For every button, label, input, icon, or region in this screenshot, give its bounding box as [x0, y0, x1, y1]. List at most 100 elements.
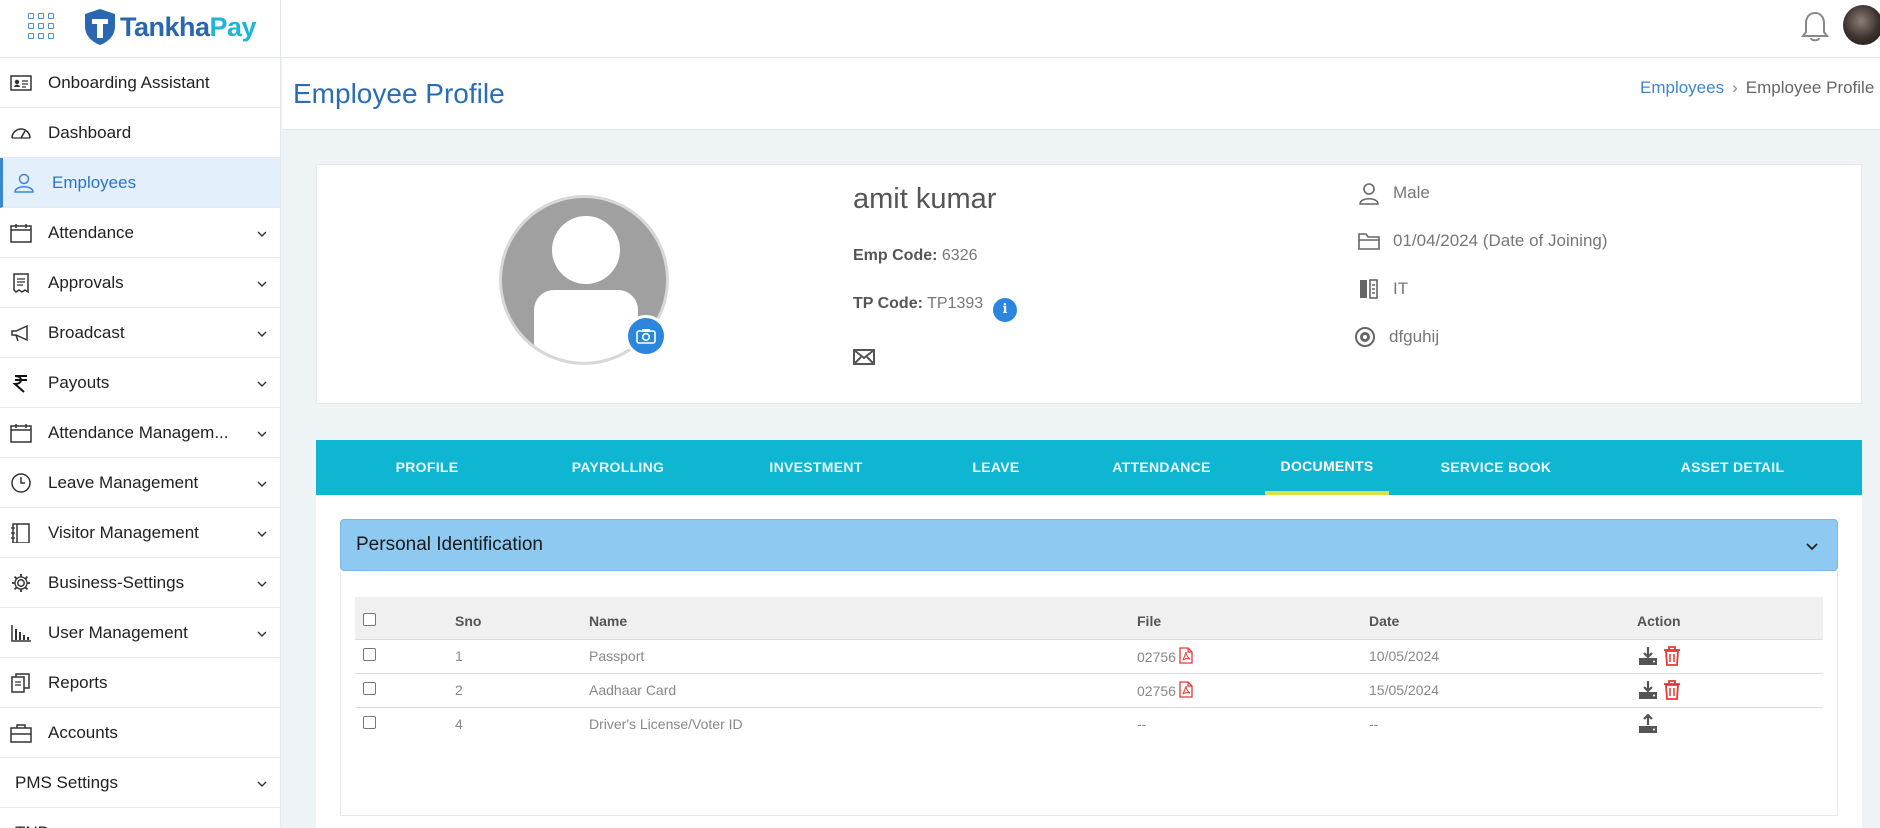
pdf-file-icon[interactable]: [1179, 681, 1193, 698]
sidebar-item-label: Reports: [48, 672, 108, 692]
department-value: IT: [1393, 279, 1409, 298]
row-sno: 1: [455, 648, 463, 664]
camera-upload-button[interactable]: [625, 315, 667, 357]
row-sno: 4: [455, 716, 463, 733]
row-checkbox[interactable]: [363, 716, 376, 730]
download-icon[interactable]: [1637, 646, 1659, 666]
tp-code-row: TP Code: TP1393: [853, 295, 983, 313]
table-row: 2 Aadhaar Card 02756 15/05/2024: [355, 673, 1823, 707]
tab-profile[interactable]: PROFILE: [316, 440, 538, 495]
employee-name: amit kumar: [853, 183, 997, 215]
gender-value: Male: [1393, 183, 1430, 202]
tab-asset-detail[interactable]: ASSET DETAIL: [1603, 440, 1862, 495]
sidebar-item-pms-settings[interactable]: PMS Settings: [0, 758, 280, 808]
sidebar-item-label: Broadcast: [48, 322, 125, 342]
chevron-down-icon: [257, 631, 267, 637]
row-checkbox[interactable]: [363, 682, 376, 695]
emp-code-row: Emp Code: 6326: [853, 247, 978, 265]
personal-identification-accordion[interactable]: Personal Identification: [340, 519, 1838, 571]
sidebar-item-label: Payouts: [48, 372, 110, 392]
copy-icon: [11, 673, 30, 693]
sidebar-item-business-settings[interactable]: Business-Settings: [0, 558, 280, 608]
calendar-icon: [10, 224, 32, 243]
mail-icon[interactable]: [853, 349, 875, 365]
pdf-file-icon[interactable]: [1179, 647, 1193, 664]
user-icon: [1359, 183, 1379, 205]
column-sno: Sno: [455, 612, 482, 629]
row-actions: [1637, 707, 1823, 741]
sidebar-item-onboarding-assistant[interactable]: Onboarding Assistant: [0, 58, 280, 108]
tab-leave[interactable]: LEAVE: [934, 440, 1058, 495]
sidebar-item-user-management[interactable]: User Management: [0, 608, 280, 658]
tab-documents[interactable]: DOCUMENTS: [1265, 440, 1389, 495]
column-file: File: [1137, 612, 1162, 629]
tp-code-label: TP Code:: [853, 295, 923, 312]
download-icon[interactable]: [1637, 680, 1659, 700]
sidebar-item-label: Employees: [52, 172, 137, 192]
sidebar-item-attendance[interactable]: Attendance: [0, 208, 280, 258]
sidebar-item-payouts[interactable]: Payouts: [0, 358, 280, 408]
sidebar-item-approvals[interactable]: Approvals: [0, 258, 280, 308]
accordion-title: Personal Identification: [356, 534, 543, 555]
extra-info-value: dfguhij: [1389, 327, 1440, 346]
info-icon[interactable]: i: [993, 298, 1017, 322]
department-row: IT: [1357, 277, 1408, 301]
row-name: Passport: [589, 648, 645, 664]
column-action: Action: [1637, 612, 1681, 629]
row-name: Driver's License/Voter ID: [589, 716, 743, 733]
building-icon: [1360, 279, 1378, 299]
receipt-icon: [13, 273, 29, 293]
notification-bell-icon[interactable]: [1800, 10, 1830, 44]
shield-logo-icon: [85, 9, 115, 45]
gauge-icon: [11, 128, 31, 139]
delete-icon[interactable]: [1661, 646, 1683, 666]
upload-icon[interactable]: [1637, 714, 1659, 734]
sidebar-item-reports[interactable]: Reports: [0, 658, 280, 708]
joining-date-value: 01/04/2024 (Date of Joining): [1393, 231, 1608, 250]
brand-area: TankhaPay: [0, 0, 281, 58]
sidebar-item-visitor-management[interactable]: Visitor Management: [0, 508, 280, 558]
sidebar-item-dashboard[interactable]: Dashboard: [0, 108, 280, 158]
row-file: 02756: [1137, 673, 1369, 707]
tab-attendance[interactable]: ATTENDANCE: [1058, 440, 1265, 495]
logo[interactable]: TankhaPay: [84, 8, 257, 46]
row-actions: [1637, 673, 1823, 707]
sidebar-item-tnd[interactable]: TND: [0, 808, 280, 828]
id-card-icon: [10, 75, 32, 91]
sidebar-item-label: Attendance: [48, 222, 135, 242]
apps-grid-icon[interactable]: [28, 13, 54, 39]
select-all-checkbox[interactable]: [363, 612, 376, 626]
row-date: 10/05/2024: [1369, 648, 1440, 664]
breadcrumb-employees-link[interactable]: Employees: [1640, 78, 1724, 97]
user-avatar[interactable]: [1843, 5, 1880, 45]
delete-icon[interactable]: [1661, 680, 1683, 700]
sidebar-item-label: Attendance Managem...: [48, 422, 229, 442]
row-name: Aadhaar Card: [589, 682, 677, 698]
sidebar-item-employees[interactable]: Employees: [0, 158, 280, 208]
emp-code-label: Emp Code:: [853, 247, 938, 264]
documents-table-container: Sno Name File Date Action 1 Passport 02756…: [340, 571, 1838, 816]
briefcase-icon: [10, 724, 32, 743]
table-row: 1 Passport 02756 10/05/2024: [355, 639, 1823, 673]
sidebar-item-leave-management[interactable]: Leave Management: [0, 458, 280, 508]
sidebar-item-broadcast[interactable]: Broadcast: [0, 308, 280, 358]
user-icon: [14, 173, 34, 193]
chevron-down-icon: [257, 231, 267, 237]
camera-icon: [636, 329, 656, 344]
chevron-down-icon: [257, 281, 267, 287]
tab-payrolling[interactable]: PAYROLLING: [538, 440, 698, 495]
sidebar-item-attendance-managem[interactable]: Attendance Managem...: [0, 408, 280, 458]
row-checkbox[interactable]: [363, 648, 376, 661]
row-date: 15/05/2024: [1369, 682, 1440, 698]
row-file-value: --: [1137, 716, 1147, 733]
row-file: --: [1137, 707, 1369, 741]
sidebar-item-label: User Management: [48, 622, 188, 642]
breadcrumb-current: Employee Profile: [1745, 78, 1875, 97]
tab-investment[interactable]: INVESTMENT: [698, 440, 934, 495]
tab-service-book[interactable]: SERVICE BOOK: [1389, 440, 1603, 495]
tp-code-value: TP1393: [927, 295, 984, 312]
sidebar-item-accounts[interactable]: Accounts: [0, 708, 280, 758]
column-name: Name: [589, 612, 628, 629]
breadcrumb-separator-icon: ›: [1732, 78, 1738, 97]
logo-text: TankhaPay: [120, 11, 257, 42]
